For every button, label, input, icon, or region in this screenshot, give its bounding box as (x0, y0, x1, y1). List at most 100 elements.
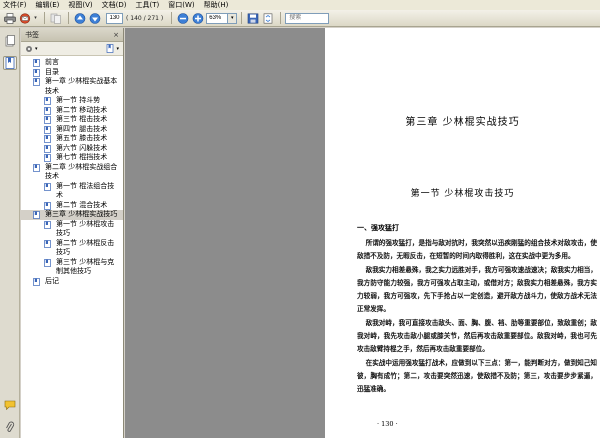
pages-panel-button[interactable] (3, 34, 17, 48)
menu-window[interactable]: 窗口(W) (168, 0, 194, 10)
pages-button[interactable] (49, 12, 62, 25)
bookmark-label: 第七节 棍挡技术 (56, 153, 108, 161)
bookmark-label: 第五节 膝击技术 (56, 134, 108, 142)
bookmark-item[interactable]: 第二节 少林棍反击技巧 (21, 239, 123, 258)
menu-help[interactable]: 帮助(H) (204, 0, 229, 10)
pages-icon (50, 13, 61, 24)
bookmark-item[interactable]: 前言 (21, 58, 123, 68)
paragraph: 敌我对峙，我可直接攻击敌头、面、胸、腹、裆、肋等重要部位，致敌重创；敌我对峙，我… (357, 318, 597, 354)
arrow-down-icon (89, 12, 100, 24)
zoom-in-icon (192, 12, 204, 24)
bookmark-label: 目录 (45, 67, 59, 76)
toolbar-separator (171, 12, 173, 24)
menu-document[interactable]: 文档(D) (102, 0, 127, 10)
bookmark-label: 第一节 少林棍攻击技巧 (56, 219, 115, 238)
sub-heading: 一、强攻猛打 (357, 223, 399, 232)
bookmark-page-icon (44, 258, 51, 267)
options-icon (26, 45, 32, 52)
bookmark-page-icon (33, 59, 40, 67)
bookmark-page-icon (44, 182, 51, 191)
bookmark-label: 第一节 持斗势 (56, 96, 101, 104)
new-bookmark-button[interactable]: ▾ (106, 44, 119, 53)
email-dropdown[interactable]: ▾ (33, 12, 38, 25)
bookmark-item[interactable]: 第二节 混合技术 (21, 201, 123, 211)
paragraph: 在实战中运用强攻猛打战术，应做到以下三点：第一，能判断对方，做到知己知彼，胸有成… (357, 358, 597, 394)
chapter-title: 第三章 少林棍实战技巧 (405, 117, 520, 128)
bookmark-page-icon (44, 135, 51, 143)
bookmark-label: 第二章 少林棍实战组合技术 (45, 162, 118, 181)
bookmark-item[interactable]: 第六节 闪躲技术 (21, 144, 123, 154)
page-number: · 130 · (377, 420, 398, 428)
bookmark-label: 第六节 闪躲技术 (56, 143, 108, 152)
bookmark-item[interactable]: 目录 (21, 68, 123, 78)
menu-tools[interactable]: 工具(T) (136, 0, 160, 10)
bookmark-list: 前言 目录 第一章 少林棍实战基本技术 第一节 持斗势 第二节 移动技术 第三节 棍击技术… (21, 56, 123, 286)
bookmark-options-button[interactable]: ▾ (25, 45, 38, 53)
bookmark-item[interactable]: 第四节 腿击技术 (21, 125, 123, 135)
zoom-in-button[interactable] (191, 12, 204, 25)
menu-bar: 文件(F) 编辑(E) 视图(V) 文档(D) 工具(T) 窗口(W) 帮助(H… (0, 0, 600, 10)
bookmark-page-icon (44, 97, 51, 105)
document-page: 第三章 少林棍实战技巧 第一节 少林棍攻击技巧 一、强攻猛打 所谓的强攻猛打，是… (325, 28, 600, 438)
bookmark-page-icon (44, 125, 51, 134)
bookmark-item[interactable]: 第二章 少林棍实战组合技术 (21, 163, 123, 182)
save-button[interactable] (246, 12, 259, 25)
bookmark-label: 前言 (45, 58, 59, 66)
bookmark-page-icon (33, 277, 40, 286)
toolbar: ▾ ( 140 / 271 ) ▾ (0, 10, 600, 27)
bookmarks-panel-button[interactable] (3, 56, 17, 70)
bookmark-label: 第三章 少林棍实战技巧 (45, 210, 118, 218)
bookmark-item[interactable]: 后记 (21, 277, 123, 287)
menu-file[interactable]: 文件(F) (3, 0, 27, 10)
bookmark-page-icon (44, 201, 51, 210)
zoom-input[interactable] (206, 12, 229, 24)
document-area[interactable]: 第三章 少林棍实战技巧 第一节 少林棍攻击技巧 一、强攻猛打 所谓的强攻猛打，是… (125, 28, 600, 438)
next-page-button[interactable] (88, 12, 101, 25)
bookmark-page-icon (44, 106, 51, 115)
close-icon[interactable]: × (112, 31, 120, 39)
zoom-dropdown[interactable]: ▾ (228, 12, 238, 24)
bookmark-item[interactable]: 第三节 棍击技术 (21, 115, 123, 125)
bookmark-item[interactable]: 第三节 少林棍与克制其他技巧 (21, 258, 123, 277)
menu-view[interactable]: 视图(V) (68, 0, 92, 10)
bookmarks-panel: 书签 × ▾ ▾ 前言 目录 第一章 少林棍实战基本技术 第一节 持斗势 第二节 移动技… (21, 28, 124, 438)
chevron-down-icon: ▾ (35, 45, 38, 52)
bookmark-page-icon (33, 211, 40, 219)
bookmark-label: 第三节 棍击技术 (56, 115, 108, 123)
bookmark-label: 第二节 移动技术 (56, 105, 108, 114)
bookmark-page-icon (33, 78, 40, 86)
bookmark-page-icon (44, 116, 51, 124)
bookmark-item[interactable]: 第二节 移动技术 (21, 106, 123, 116)
menu-edit[interactable]: 编辑(E) (36, 0, 60, 10)
attachments-panel-button[interactable] (3, 420, 17, 434)
bookmarks-toolbar: ▾ ▾ (21, 42, 123, 56)
print-button[interactable] (3, 12, 16, 25)
zoom-out-button[interactable] (176, 12, 189, 25)
body-text: 所谓的强攻猛打，是指与敌对抗时，我突然以迅疾刚猛的组合技术对敌攻击，使敌措不及防… (357, 237, 597, 397)
bookmark-item[interactable]: 第一节 少林棍攻击技巧 (21, 220, 123, 239)
bookmark-item[interactable]: 第三章 少林棍实战技巧 (21, 210, 123, 220)
new-bookmark-icon (107, 44, 114, 53)
page-number-input[interactable] (106, 12, 123, 24)
toolbar-separator (241, 12, 243, 24)
toolbar-separator (68, 12, 69, 24)
bookmark-label: 第二节 混合技术 (56, 200, 108, 209)
bookmark-page-icon (44, 154, 51, 162)
bookmark-item[interactable]: 第一节 棍法组合技术 (21, 182, 123, 201)
bookmark-item[interactable]: 第一节 持斗势 (21, 96, 123, 106)
bookmark-item[interactable]: 第五节 膝击技术 (21, 134, 123, 144)
printer-icon (3, 12, 16, 24)
mail-icon (19, 12, 30, 24)
toolbar-separator (280, 12, 282, 24)
bookmark-item[interactable]: 第一章 少林棍实战基本技术 (21, 77, 123, 96)
comments-panel-button[interactable] (3, 398, 17, 412)
bookmark-icon (5, 57, 15, 69)
fit-page-button[interactable] (261, 12, 274, 25)
save-icon (247, 13, 259, 23)
bookmark-item[interactable]: 第七节 棍挡技术 (21, 153, 123, 163)
search-input[interactable] (285, 12, 330, 24)
previous-page-button[interactable] (73, 12, 86, 25)
email-button[interactable] (18, 12, 31, 25)
section-title: 第一节 少林棍攻击技巧 (410, 189, 515, 199)
chevron-down-icon: ▾ (116, 45, 119, 52)
